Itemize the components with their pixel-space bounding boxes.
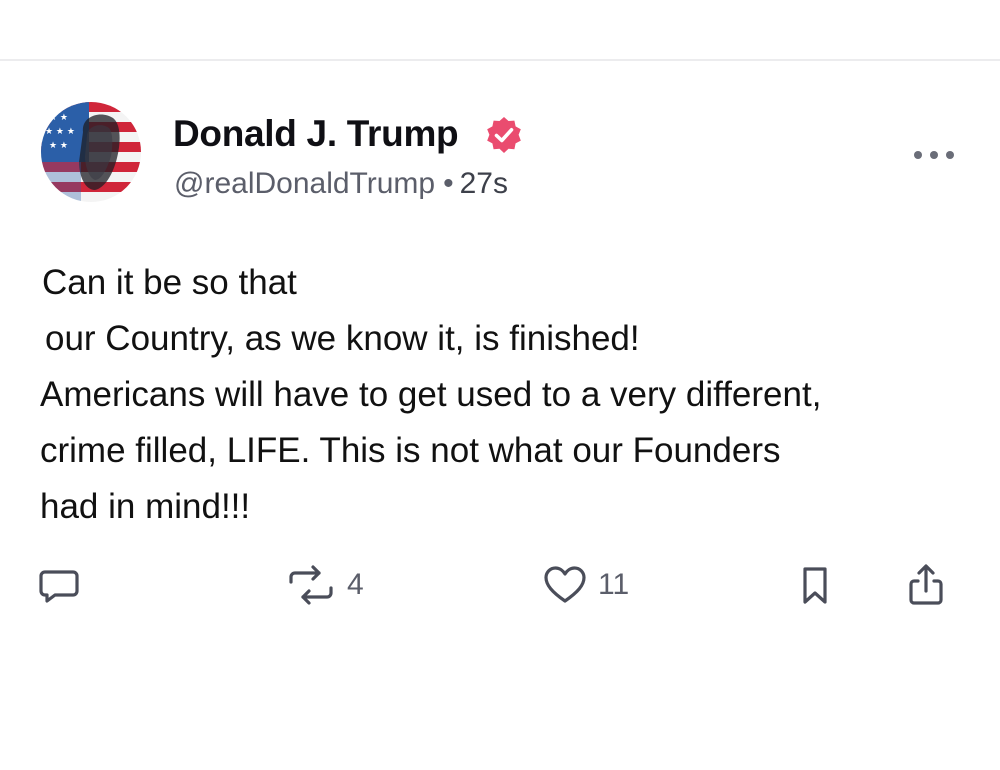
avatar[interactable]: ★ ★ ★ ★ ★ ★ ★ bbox=[41, 102, 141, 202]
heart-icon bbox=[544, 566, 586, 603]
more-options-icon[interactable] bbox=[914, 146, 954, 162]
post-line: Can it be so that bbox=[42, 263, 297, 302]
feed-divider bbox=[0, 59, 1000, 61]
svg-text:★ ★: ★ ★ bbox=[49, 141, 68, 151]
post-timestamp[interactable]: 27s bbox=[460, 167, 508, 200]
share-icon bbox=[909, 564, 943, 605]
repost-button[interactable]: 4 bbox=[285, 562, 364, 608]
handle-row: @realDonaldTrump • 27s bbox=[174, 165, 508, 203]
avatar-image: ★ ★ ★ ★ ★ ★ ★ bbox=[41, 102, 141, 202]
like-button[interactable]: 11 bbox=[542, 562, 629, 608]
repost-icon bbox=[289, 565, 333, 605]
more-dot bbox=[914, 151, 922, 159]
post-line: Americans will have to get used to a ver… bbox=[40, 375, 822, 414]
svg-text:★ ★: ★ ★ bbox=[49, 113, 68, 123]
reply-icon bbox=[39, 570, 79, 603]
reply-button[interactable] bbox=[36, 562, 82, 608]
post-line: had in mind!!! bbox=[40, 487, 251, 526]
post-line: our Country, as we know it, is finished! bbox=[45, 319, 640, 358]
more-dot bbox=[946, 151, 954, 159]
post-line: crime filled, LIFE. This is not what our… bbox=[40, 431, 781, 470]
like-count: 11 bbox=[598, 568, 630, 601]
bookmark-button[interactable] bbox=[797, 562, 833, 608]
share-button[interactable] bbox=[904, 562, 948, 608]
repost-count: 4 bbox=[347, 568, 364, 601]
bookmark-icon bbox=[803, 567, 827, 604]
verified-badge-icon bbox=[487, 117, 521, 153]
display-name[interactable]: Donald J. Trump bbox=[173, 112, 459, 156]
meta-separator: • bbox=[443, 167, 454, 200]
svg-text:★ ★ ★: ★ ★ ★ bbox=[45, 127, 75, 137]
post-body: Can it be so that our Country, as we kno… bbox=[40, 255, 970, 535]
more-dot bbox=[930, 151, 938, 159]
author-handle[interactable]: @realDonaldTrump bbox=[174, 167, 435, 200]
